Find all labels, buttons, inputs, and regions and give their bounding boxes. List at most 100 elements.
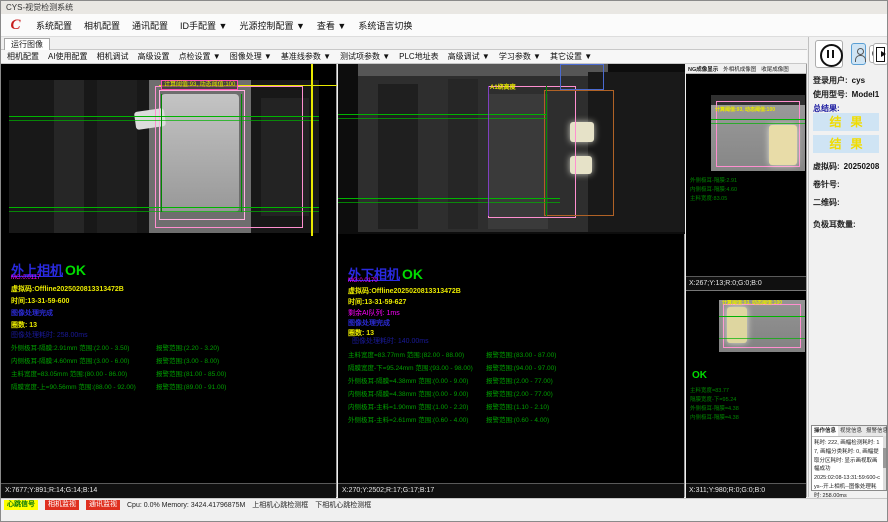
- measurement-row: 主料宽度=83.05mm 范围:(80.00 - 86.00): [11, 368, 127, 378]
- tabstrip: 运行图像: [1, 37, 807, 50]
- left-camera-view[interactable]: 计算阈值:93, 动态阈值:100 外上相机OK MG:0.0117 虚拟码:O…: [1, 64, 337, 497]
- pause-button[interactable]: [815, 40, 843, 68]
- app-logo-icon: C: [7, 17, 24, 34]
- result-badge-1: 结果: [813, 113, 879, 131]
- tool-learning-params[interactable]: 学习参数 ▼: [499, 51, 541, 62]
- log-tabs: 操作信息 视觉信息 报警信息: [812, 426, 886, 437]
- log-scrollbar[interactable]: [883, 436, 886, 490]
- alarm-range: 报警范围:(81.00 - 85.00): [156, 368, 226, 378]
- tool-advanced-debug[interactable]: 高级调试 ▼: [448, 51, 490, 62]
- measurement-row: 主料宽度=83.77mm 范围:(82.00 - 88.00): [348, 349, 464, 359]
- left-mg-line: MG:0.0117: [11, 275, 40, 281]
- tool-image-processing[interactable]: 图像处理 ▼: [230, 51, 272, 62]
- tool-camera-config[interactable]: 相机配置: [7, 51, 39, 62]
- thumbnail-bottom-image[interactable]: 计算阈值:93, 动态阈值:100: [719, 300, 805, 352]
- tool-other-settings[interactable]: 其它设置 ▼: [550, 51, 592, 62]
- cpu-memory-status: Cpu: 0.0% Memory: 3424.41796875M: [127, 502, 245, 509]
- comm-monitor-badge[interactable]: 通讯监视: [86, 500, 120, 510]
- bottom-camera-heartbeat-link[interactable]: 下相机心跳检测框: [315, 500, 371, 510]
- thumb-bottom-measure-line: 内侧极耳-隔膜=4.38: [690, 413, 739, 421]
- heartbeat-signal-badge[interactable]: 心跳信号: [4, 500, 38, 510]
- mid-camera-ok-status: OK: [400, 266, 423, 282]
- log-line: 2025:02:08-13:31:59:600-cys--开上相机--图像处理耗…: [814, 474, 881, 500]
- camera-monitor-badge[interactable]: 相机监视: [45, 500, 79, 510]
- window-titlebar: CYS-视觉检测系统: [1, 1, 887, 14]
- mid-ai-queue: 剩余AI队列: 1ms: [348, 308, 400, 318]
- left-cursor-coords: X:7677;Y:891;R:14;G:14;B:14: [1, 483, 336, 498]
- thumb-tab-ng-display[interactable]: NG成像显示: [688, 65, 718, 73]
- alarm-range: 报警范围:(89.00 - 91.00): [156, 381, 226, 391]
- thumb-top-overlay-label: 计算阈值:93, 动态阈值:100: [715, 106, 775, 113]
- mid-overlay-label: A1绕高度: [490, 82, 516, 91]
- measurement-row: 内侧极耳-隔膜:4.60mm 范围:(3.00 - 6.00): [11, 355, 129, 365]
- exit-button[interactable]: [873, 43, 888, 65]
- tool-spot-check[interactable]: 点检设置 ▼: [179, 51, 221, 62]
- alarm-range: 报警范围:(0.60 - 4.00): [486, 414, 549, 424]
- mid-mg-line: MG:0.0170: [348, 278, 378, 284]
- log-content: 耗时: 222, 画幅检测耗时: 17, 画幅分类耗时: 0, 画幅提取分区耗时…: [812, 437, 886, 503]
- thumb-bottom-measure-line: 主料宽度=83.77: [690, 386, 729, 394]
- thumb-tab-tail-camera[interactable]: 收尾成像图: [761, 65, 789, 73]
- measurement-row: 外侧极耳-主料=2.61mm 范围:(0.60 - 4.00): [348, 414, 468, 424]
- alarm-range: 报警范围:(2.20 - 3.20): [156, 342, 219, 352]
- left-time: 时间:13-31-59-600: [11, 296, 69, 306]
- measurement-row: 内侧极耳-隔膜=4.38mm 范围:(0.00 - 9.00): [348, 388, 468, 398]
- left-camera-ok-status: OK: [63, 262, 86, 278]
- measurement-row: 外侧极耳-隔膜=4.38mm 范围:(0.00 - 9.00): [348, 375, 468, 385]
- mid-camera-view[interactable]: A1绕高度 外下相机OK MG:0.0170 虚拟码:Offline202502…: [338, 64, 685, 497]
- thumb-bottom-measure-line: 外侧极耳-隔膜=4.38: [690, 404, 739, 412]
- thumb-bottom-ok-status: OK: [692, 370, 707, 381]
- top-camera-heartbeat-link[interactable]: 上相机心跳检测框: [252, 500, 308, 510]
- alarm-range: 报警范围:(2.00 - 77.00): [486, 375, 553, 385]
- tool-ai-usage-config[interactable]: AI使用配置: [48, 51, 88, 62]
- log-tab-vision[interactable]: 视觉信息: [838, 426, 864, 436]
- mid-process-done: 图像处理完成: [348, 318, 390, 328]
- measurement-row: 隔膜宽度-上=90.56mm 范围:(88.00 - 92.00): [11, 381, 136, 391]
- menu-item-gripper-config[interactable]: ID手配置 ▼: [180, 19, 227, 32]
- thumb-bottom-measure-line: 隔膜宽度-下=95.24: [690, 395, 736, 403]
- tool-camera-debug[interactable]: 相机调试: [97, 51, 129, 62]
- tool-advanced-settings[interactable]: 高级设置: [138, 51, 170, 62]
- thumb-top-measure-line: 外侧极耳-隔膜:2.91: [690, 176, 737, 184]
- app-window: CYS-视觉检测系统 C 系统配置 相机配置 通讯配置 ID手配置 ▼ 光源控制…: [0, 0, 888, 522]
- log-line: 耗时: 222, 画幅检测耗时: 17, 画幅分类耗时: 0, 画幅提取分区耗时…: [814, 439, 881, 474]
- log-tab-operation[interactable]: 操作信息: [812, 426, 838, 436]
- menu-item-system-config[interactable]: 系统配置: [36, 19, 72, 32]
- menu-item-light-control[interactable]: 光源控制配置 ▼: [239, 19, 304, 32]
- measurement-row: 隔膜宽度-下=95.24mm 范围:(93.00 - 98.00): [348, 362, 473, 372]
- left-virtual-code: 虚拟码:Offline2025020813313472B: [11, 284, 124, 294]
- left-process-done: 图像处理完成: [11, 308, 53, 318]
- virtual-code-label: 虚拟码:: [813, 162, 840, 171]
- thumb-tab-outer-camera[interactable]: 外相机成像图: [723, 65, 756, 73]
- tool-test-params[interactable]: 测试项参数 ▼: [340, 51, 390, 62]
- menu-item-language-switch[interactable]: 系统语言切换: [358, 19, 412, 32]
- menu-item-camera-config[interactable]: 相机配置: [84, 19, 120, 32]
- tool-baseline-params[interactable]: 基准线参数 ▼: [281, 51, 331, 62]
- mid-process-cost: 图像处理耗时: 140.00ms: [352, 336, 429, 346]
- toolbar: 相机配置 AI使用配置 相机调试 高级设置 点检设置 ▼ 图像处理 ▼ 基准线参…: [1, 50, 807, 64]
- virtual-code-value: 20250208: [840, 162, 880, 171]
- tool-plc-address-table[interactable]: PLC地址表: [399, 51, 439, 62]
- user-icon: [857, 48, 864, 55]
- thumbnail-top-image[interactable]: 计算阈值:93, 动态阈值:100: [711, 95, 805, 171]
- mid-virtual-code: 虚拟码:Offline2025020813313472B: [348, 286, 461, 296]
- model-label: 使用型号:: [813, 90, 848, 99]
- thumb-top-measure-line: 主料宽度:83.05: [690, 194, 727, 202]
- negative-tab-count-label: 负极耳数量:: [813, 219, 856, 230]
- result-badge-2: 结果: [813, 135, 879, 153]
- reference-line-vertical: [311, 64, 313, 236]
- user-login-button[interactable]: [851, 43, 866, 65]
- measurement-row: 外侧极耳-隔膜:2.91mm 范围:(2.00 - 3.50): [11, 342, 129, 352]
- log-tab-alarm[interactable]: 报警信息: [864, 426, 888, 436]
- menu-item-view[interactable]: 查看 ▼: [317, 19, 346, 32]
- menu-item-comm-config[interactable]: 通讯配置: [132, 19, 168, 32]
- left-process-cost: 图像处理耗时: 258.00ms: [11, 330, 88, 340]
- roi-box-inner: [159, 90, 245, 220]
- measurement-row: 内侧极耳-主料=1.90mm 范围:(1.00 - 2.20): [348, 401, 468, 411]
- threshold-overlay-label: 计算阈值:93, 动态阈值:100: [161, 80, 238, 90]
- qr-code-label: 二维码:: [813, 197, 840, 208]
- mid-time: 时间:13-31-59-627: [348, 297, 406, 307]
- mid-cursor-coords: X:270;Y:2502;R:17;G:17;B:17: [338, 483, 684, 498]
- thumbnail-panel: NG成像显示 外相机成像图 收尾成像图 计算阈值:93, 动态阈值:100 外侧…: [686, 64, 807, 497]
- statusbar: 心跳信号 相机监视 通讯监视 Cpu: 0.0% Memory: 3424.41…: [1, 498, 887, 511]
